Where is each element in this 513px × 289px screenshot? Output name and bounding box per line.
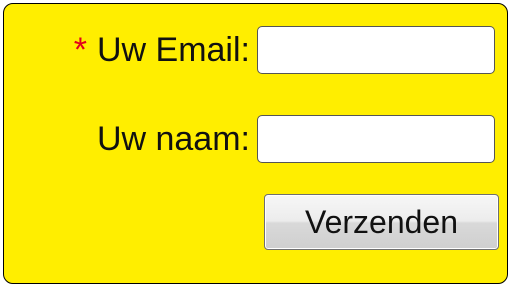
email-row: * Uw Email: xyxy=(4,26,495,74)
email-input[interactable] xyxy=(257,26,495,74)
email-label-text: Uw Email: xyxy=(96,30,250,69)
name-label-text: Uw naam: xyxy=(96,119,250,158)
name-label: Uw naam: xyxy=(4,120,257,159)
email-label: * Uw Email: xyxy=(4,31,257,70)
submit-button[interactable]: Verzenden xyxy=(264,194,499,250)
name-input[interactable] xyxy=(257,115,495,163)
contact-form-panel: * Uw Email: Uw naam: Verzenden xyxy=(3,3,508,284)
required-asterisk: * xyxy=(73,30,87,69)
name-row: Uw naam: xyxy=(4,115,495,163)
